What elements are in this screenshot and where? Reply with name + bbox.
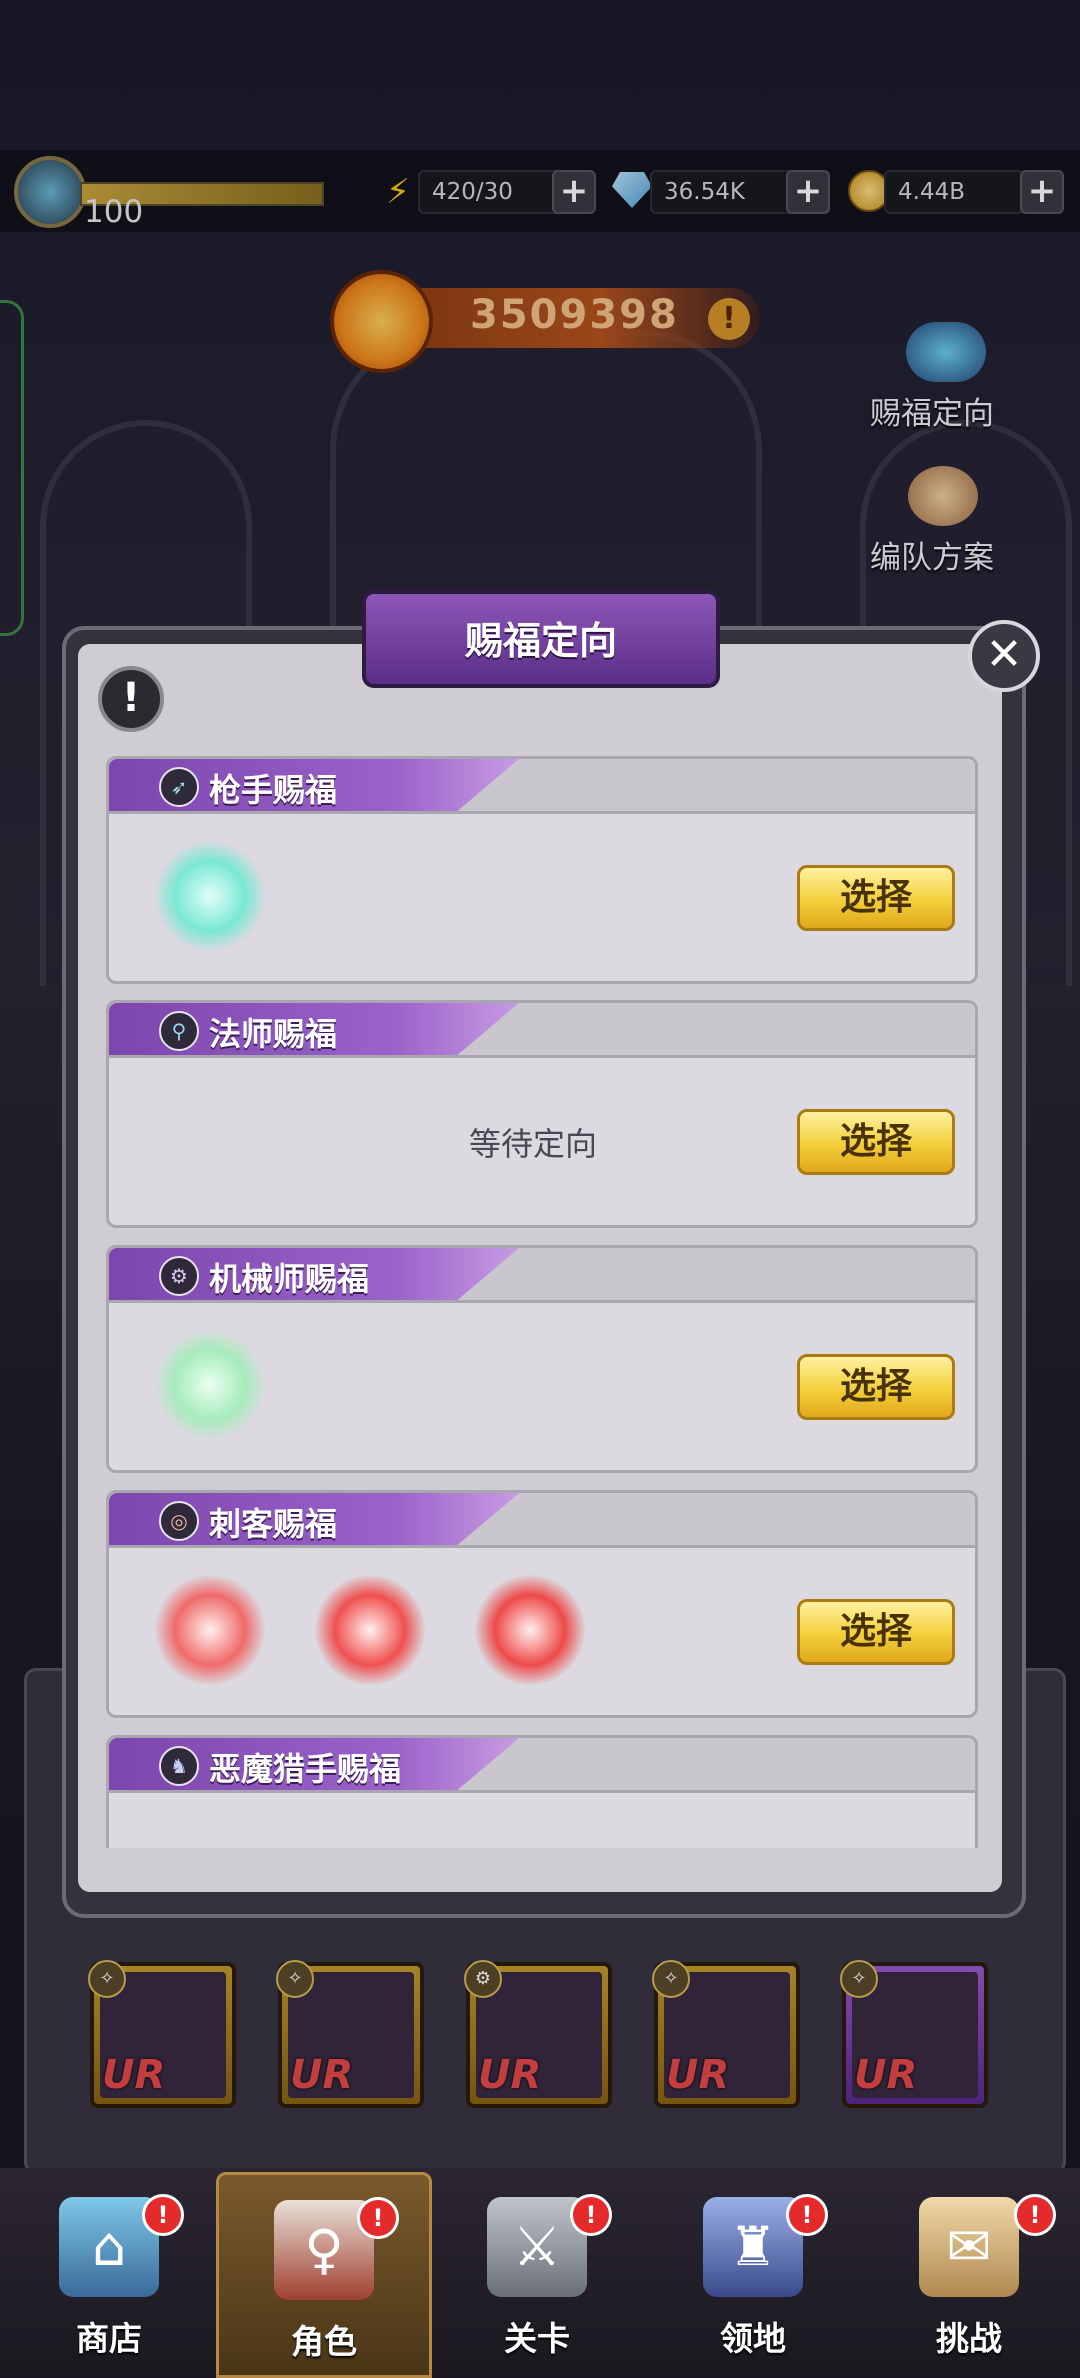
notification-badge: !	[142, 2194, 184, 2236]
notification-badge: !	[786, 2194, 828, 2236]
mechanic-blessing-icon[interactable]	[155, 1330, 265, 1440]
section-title: 法师赐福	[209, 1015, 338, 1053]
section-title: 刺客赐福	[209, 1505, 338, 1543]
mechanic-icon: ⚙	[159, 1256, 199, 1296]
nav-label: 挑战	[936, 2319, 1002, 2358]
info-button[interactable]: !	[98, 666, 164, 732]
section-title: 恶魔猎手赐福	[209, 1750, 402, 1788]
nav-challenge[interactable]: ✉ ! 挑战	[864, 2172, 1074, 2372]
nav-label: 关卡	[504, 2319, 570, 2358]
demon-hunter-blessing-section: ♞ 恶魔猎手赐福	[106, 1735, 978, 1848]
dialog-title: 赐福定向	[464, 619, 617, 663]
gunner-blessing-section: ➶ 枪手赐福 选择	[106, 756, 978, 984]
mage-icon: ⚲	[159, 1011, 199, 1051]
assassin-blessing-icon-1[interactable]	[155, 1575, 265, 1685]
select-button[interactable]: 选择	[797, 865, 955, 931]
section-title: 机械师赐福	[209, 1260, 370, 1298]
mage-blessing-section: ⚲ 法师赐福 等待定向 选择	[106, 1000, 978, 1228]
nav-label: 角色	[291, 2322, 357, 2361]
nav-character[interactable]: ♀ ! 角色	[216, 2172, 432, 2378]
challenge-icon: ✉	[919, 2197, 1019, 2297]
gunner-icon: ➶	[159, 767, 199, 807]
demon-hunter-icon: ♞	[159, 1746, 199, 1786]
notification-badge: !	[570, 2194, 612, 2236]
select-button[interactable]: 选择	[797, 1109, 955, 1175]
assassin-icon: ◎	[159, 1501, 199, 1541]
nav-shop[interactable]: ⌂ ! 商店	[4, 2172, 214, 2372]
assassin-blessing-icon-3[interactable]	[475, 1575, 585, 1685]
notification-badge: !	[357, 2197, 399, 2239]
assassin-blessing-icon-2[interactable]	[315, 1575, 425, 1685]
gunner-blessing-icon[interactable]	[155, 841, 265, 951]
nav-label: 领地	[720, 2319, 786, 2358]
section-title: 枪手赐福	[209, 771, 338, 809]
mechanic-blessing-section: ⚙ 机械师赐福 选择	[106, 1245, 978, 1473]
waiting-status: 等待定向	[469, 1125, 598, 1163]
nav-territory[interactable]: ♜ ! 领地	[648, 2172, 858, 2372]
notification-badge: !	[1014, 2194, 1056, 2236]
select-button[interactable]: 选择	[797, 1599, 955, 1665]
select-button[interactable]: 选择	[797, 1354, 955, 1420]
nav-label: 商店	[76, 2319, 142, 2358]
close-button[interactable]: ✕	[968, 620, 1040, 692]
assassin-blessing-section: ◎ 刺客赐福 选择	[106, 1490, 978, 1718]
nav-stage[interactable]: ⚔ ! 关卡	[432, 2172, 642, 2372]
